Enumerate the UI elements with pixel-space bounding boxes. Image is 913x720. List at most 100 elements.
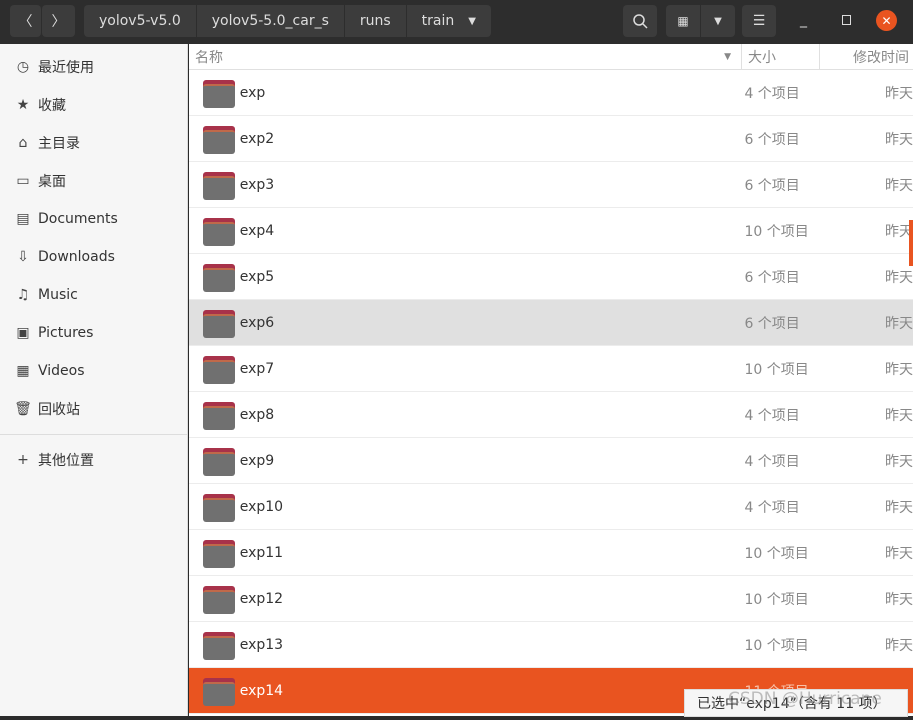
sidebar-icon: ⌂: [18, 135, 28, 151]
table-row[interactable]: exp11 10 个项目 昨天: [189, 530, 913, 576]
table-row[interactable]: exp10 4 个项目 昨天: [189, 484, 913, 530]
forward-icon: 〉: [51, 14, 66, 30]
folder-icon: [203, 538, 235, 568]
sidebar-icon: ▣: [16, 325, 30, 341]
table-row[interactable]: exp3 6 个项目 昨天: [189, 162, 913, 208]
file-name: exp: [239, 84, 266, 101]
file-name: exp14: [239, 682, 284, 699]
column-name[interactable]: 名称 ▼: [189, 44, 742, 69]
sidebar-item-label: 桌面: [38, 174, 66, 190]
file-name: exp3: [239, 176, 275, 193]
file-size: 4 个项目: [744, 407, 800, 424]
sidebar-item-other-locations[interactable]: + 其他位置: [0, 441, 187, 479]
file-date: 昨天: [885, 545, 913, 562]
sidebar-item-label: 收藏: [38, 98, 66, 114]
column-modified[interactable]: 修改时间: [820, 44, 913, 69]
file-name: exp6: [239, 314, 275, 331]
folder-icon: [203, 446, 235, 476]
maximize-button[interactable]: [842, 15, 851, 25]
crumb-runs[interactable]: runs: [345, 5, 407, 37]
sidebar-item[interactable]: ▤ Documents: [0, 200, 187, 238]
view-grid-button[interactable]: ▦: [666, 5, 700, 37]
file-date: 昨天: [885, 269, 913, 286]
table-row[interactable]: exp2 6 个项目 昨天: [189, 116, 913, 162]
search-icon: [633, 14, 648, 29]
forward-button[interactable]: 〉: [42, 5, 75, 37]
table-row[interactable]: exp 4 个项目 昨天: [189, 70, 913, 116]
sidebar-item[interactable]: 🗑 回收站: [0, 390, 187, 428]
file-date: 昨天: [885, 591, 913, 608]
sidebar-icon: ▭: [16, 173, 30, 189]
sidebar-item[interactable]: ⌂ 主目录: [0, 124, 187, 162]
sidebar-icon: ♫: [16, 287, 30, 303]
file-name: exp5: [239, 268, 275, 285]
sidebar-item[interactable]: ⇩ Downloads: [0, 238, 187, 276]
close-button[interactable]: ✕: [876, 10, 897, 31]
hamburger-icon: ☰: [752, 13, 766, 29]
column-size[interactable]: 大小: [742, 44, 820, 69]
scrollbar[interactable]: [909, 220, 913, 266]
file-date: 昨天: [885, 453, 913, 470]
file-size: 10 个项目: [744, 545, 809, 562]
folder-icon: [203, 354, 235, 384]
folder-icon: [203, 400, 235, 430]
file-name: exp8: [239, 406, 275, 423]
crumb-car-s[interactable]: yolov5-5.0_car_s: [197, 5, 345, 37]
table-row[interactable]: exp7 10 个项目 昨天: [189, 346, 913, 392]
file-date: 昨天: [885, 407, 913, 424]
sidebar-item-label: 回收站: [38, 402, 80, 418]
file-size: 6 个项目: [744, 177, 800, 194]
file-name: exp12: [239, 590, 284, 607]
file-date: 昨天: [885, 315, 913, 332]
table-row[interactable]: exp8 4 个项目 昨天: [189, 392, 913, 438]
sidebar-item[interactable]: ▭ 桌面: [0, 162, 187, 200]
sidebar-item[interactable]: ▦ Videos: [0, 352, 187, 390]
sidebar-item[interactable]: ◷ 最近使用: [0, 48, 187, 86]
menu-button[interactable]: ☰: [742, 5, 776, 37]
sidebar-item-label: 最近使用: [38, 60, 94, 76]
crumb-yolov5-v5[interactable]: yolov5-v5.0: [84, 5, 197, 37]
folder-icon: [203, 124, 235, 154]
file-name: exp9: [239, 452, 275, 469]
back-button[interactable]: 〈: [10, 5, 41, 37]
column-header: 名称 ▼ 大小 修改时间: [189, 44, 913, 70]
minimize-button[interactable]: _: [800, 12, 807, 28]
search-button[interactable]: [623, 5, 657, 37]
folder-icon: [203, 308, 235, 338]
file-size: 10 个项目: [744, 223, 809, 240]
table-row[interactable]: exp9 4 个项目 昨天: [189, 438, 913, 484]
table-row[interactable]: exp13 10 个项目 昨天: [189, 622, 913, 668]
sidebar-item[interactable]: ▣ Pictures: [0, 314, 187, 352]
file-name: exp4: [239, 222, 275, 239]
file-name: exp7: [239, 360, 275, 377]
crumb-train-label: train: [421, 13, 455, 29]
sidebar-icon: ▦: [16, 363, 30, 379]
table-row[interactable]: exp4 10 个项目 昨天: [189, 208, 913, 254]
view-options-button[interactable]: ▼: [701, 5, 735, 37]
folder-icon: [203, 676, 235, 706]
folder-icon: [203, 262, 235, 292]
table-row[interactable]: exp6 6 个项目 昨天: [189, 300, 913, 346]
file-date: 昨天: [885, 131, 913, 148]
file-size: 10 个项目: [744, 637, 809, 654]
file-size: 10 个项目: [744, 361, 809, 378]
table-row[interactable]: exp12 10 个项目 昨天: [189, 576, 913, 622]
crumb-train[interactable]: train ▼: [407, 5, 491, 37]
folder-icon: [203, 492, 235, 522]
sidebar-icon: 🗑: [14, 401, 32, 417]
divider: [0, 434, 187, 435]
sidebar-item-label: 主目录: [38, 136, 80, 152]
file-name: exp10: [239, 498, 284, 515]
sidebar-item[interactable]: ♫ Music: [0, 276, 187, 314]
folder-icon: [203, 78, 235, 108]
file-date: 昨天: [885, 85, 913, 102]
sidebar-item[interactable]: ★ 收藏: [0, 86, 187, 124]
table-row[interactable]: exp5 6 个项目 昨天: [189, 254, 913, 300]
sidebar-icon: ★: [16, 97, 30, 113]
sidebar-item-label: Pictures: [38, 325, 94, 341]
header-bar: 〈 〉 yolov5-v5.0 yolov5-5.0_car_s runs tr…: [0, 0, 913, 44]
file-size: 4 个项目: [744, 453, 800, 470]
grid-icon: ▦: [677, 14, 689, 28]
file-date: 昨天: [885, 177, 913, 194]
file-size: 6 个项目: [744, 131, 800, 148]
